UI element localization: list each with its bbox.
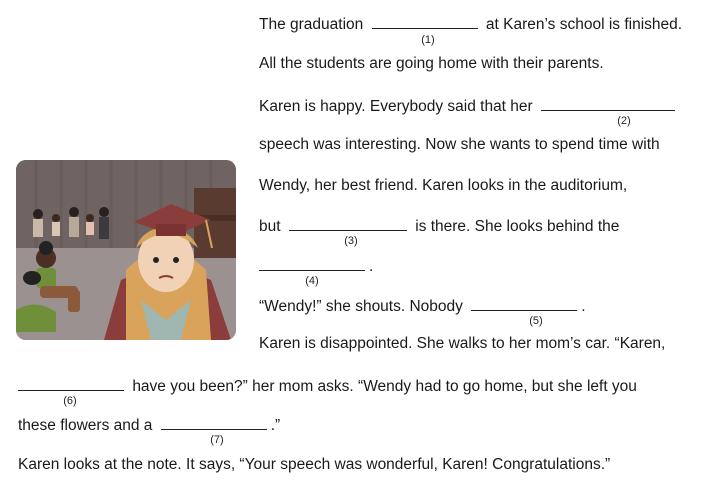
story-text: these flowers and a — [18, 417, 153, 434]
story-text: have you been?” her mom asks. “Wendy had… — [132, 378, 637, 395]
story-line-8: “Wendy!” she shouts. Nobody . — [259, 296, 586, 316]
story-line-12: Karen looks at the note. It says, “Your … — [18, 456, 611, 473]
story-text: . — [581, 298, 586, 315]
story-text: is there. She looks behind the — [415, 218, 620, 235]
blank-number-4: (4) — [305, 275, 319, 287]
story-line-5: Wendy, her best friend. Karen looks in t… — [259, 177, 628, 194]
blank-number-5: (5) — [529, 315, 543, 327]
graduation-scene-icon — [16, 160, 236, 340]
story-text: . — [369, 258, 374, 275]
story-line-4: speech was interesting. Now she wants to… — [259, 136, 660, 153]
answer-blank-4[interactable] — [259, 256, 365, 271]
story-text: The graduation — [259, 16, 364, 33]
story-line-7: . — [259, 256, 373, 276]
story-line-3: Karen is happy. Everybody said that her — [259, 96, 679, 116]
story-text: but — [259, 218, 281, 235]
answer-blank-1[interactable] — [371, 14, 478, 29]
story-line-9: Karen is disappointed. She walks to her … — [259, 335, 666, 352]
story-line-1: The graduation at Karen’s school is fini… — [259, 14, 682, 34]
blank-number-1: (1) — [421, 34, 435, 46]
story-line-6: but is there. She looks behind the — [259, 216, 619, 236]
blank-number-3: (3) — [344, 235, 358, 247]
graduation-scene-illustration — [16, 160, 236, 340]
story-line-10: have you been?” her mom asks. “Wendy had… — [18, 376, 637, 396]
answer-blank-2[interactable] — [541, 96, 676, 111]
answer-blank-7[interactable] — [160, 415, 267, 430]
story-text: at Karen’s school is finished. — [485, 16, 683, 33]
story-text: “Wendy!” she shouts. Nobody — [259, 298, 463, 315]
story-line-2: All the students are going home with the… — [259, 55, 604, 72]
answer-blank-6[interactable] — [18, 376, 124, 391]
blank-number-7: (7) — [210, 434, 224, 446]
answer-blank-5[interactable] — [471, 296, 578, 311]
story-text: Karen is happy. Everybody said that her — [259, 98, 533, 115]
story-text: .” — [270, 417, 281, 434]
blank-number-2: (2) — [617, 115, 631, 127]
answer-blank-3[interactable] — [288, 216, 407, 231]
story-line-11: these flowers and a .” — [18, 415, 280, 435]
blank-number-6: (6) — [63, 395, 77, 407]
